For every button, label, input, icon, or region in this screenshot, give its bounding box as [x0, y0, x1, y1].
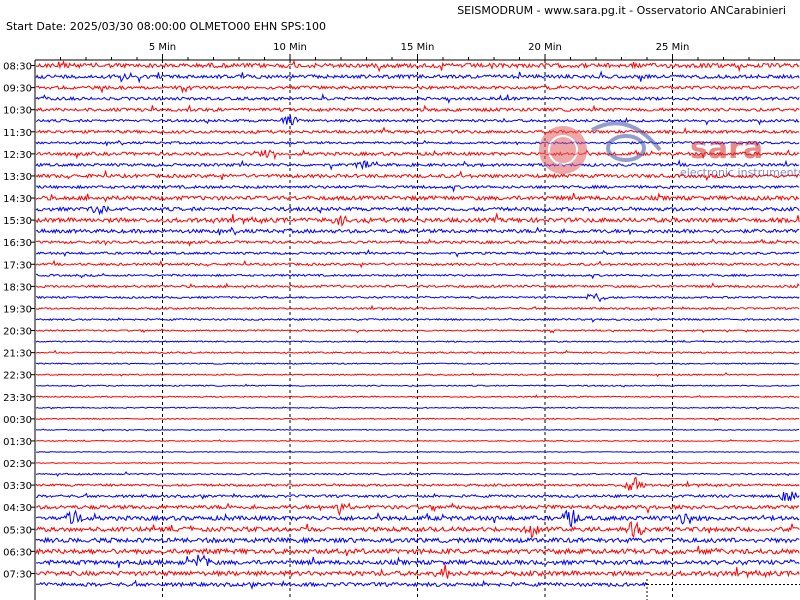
hour-label: 22:30 [3, 371, 32, 382]
carabinieri-seal-icon [539, 126, 587, 174]
seismic-traces [35, 59, 800, 600]
hour-label: 18:30 [3, 282, 32, 293]
hour-label: 23:30 [3, 393, 32, 404]
trace-row [35, 579, 648, 590]
hour-label: 11:30 [3, 128, 32, 139]
trace-row [35, 349, 800, 355]
hour-label: 05:30 [3, 525, 32, 536]
x-axis-ticks: 5 Min 10 Min 15 Min 20 Min 25 Min [60, 42, 775, 60]
seismogram-window: SEISMODRUM - www.sara.pg.it - Osservator… [0, 0, 800, 600]
hour-label: 07:30 [3, 569, 32, 580]
x-tick-label: 10 Min [273, 42, 307, 53]
hour-label: 21:30 [3, 349, 32, 360]
hour-label: 09:30 [3, 84, 32, 95]
hour-label: 15:30 [3, 216, 32, 227]
hour-label: 20:30 [3, 327, 32, 338]
hour-label: 06:30 [3, 547, 32, 558]
sara-logo: sara [690, 131, 763, 166]
seismogram-plot: 5 Min 10 Min 15 Min 20 Min 25 Min 08:30 09:30… [3, 42, 800, 600]
hour-label: 13:30 [3, 172, 32, 183]
hour-label: 04:30 [3, 503, 32, 514]
trace-row [35, 428, 800, 432]
x-tick-label: 15 Min [401, 42, 435, 53]
hour-label: 14:30 [3, 194, 32, 205]
hour-label: 16:30 [3, 238, 32, 249]
hour-label: 02:30 [3, 459, 32, 470]
hour-label: 17:30 [3, 260, 32, 271]
x-tick-label: 20 Min [528, 42, 562, 53]
hour-label: 19:30 [3, 304, 32, 315]
trace-row [35, 417, 800, 422]
x-tick-label: 5 Min [149, 42, 176, 53]
trace-row [35, 339, 800, 343]
globe-icon [606, 134, 646, 162]
hour-labels: 08:30 09:30 10:30 11:30 12:30 13:30 14:30 15:30… [3, 62, 35, 580]
trace-row [35, 362, 800, 365]
x-tick-label: 25 Min [656, 42, 690, 53]
hour-label: 08:30 [3, 62, 32, 73]
hour-label: 00:30 [3, 415, 32, 426]
sara-subtitle: electronic instruments [680, 166, 800, 179]
hour-label: 03:30 [3, 481, 32, 492]
hour-label: 10:30 [3, 106, 32, 117]
hour-label: 01:30 [3, 437, 32, 448]
hour-label: 12:30 [3, 150, 32, 161]
trace-row [36, 451, 800, 453]
